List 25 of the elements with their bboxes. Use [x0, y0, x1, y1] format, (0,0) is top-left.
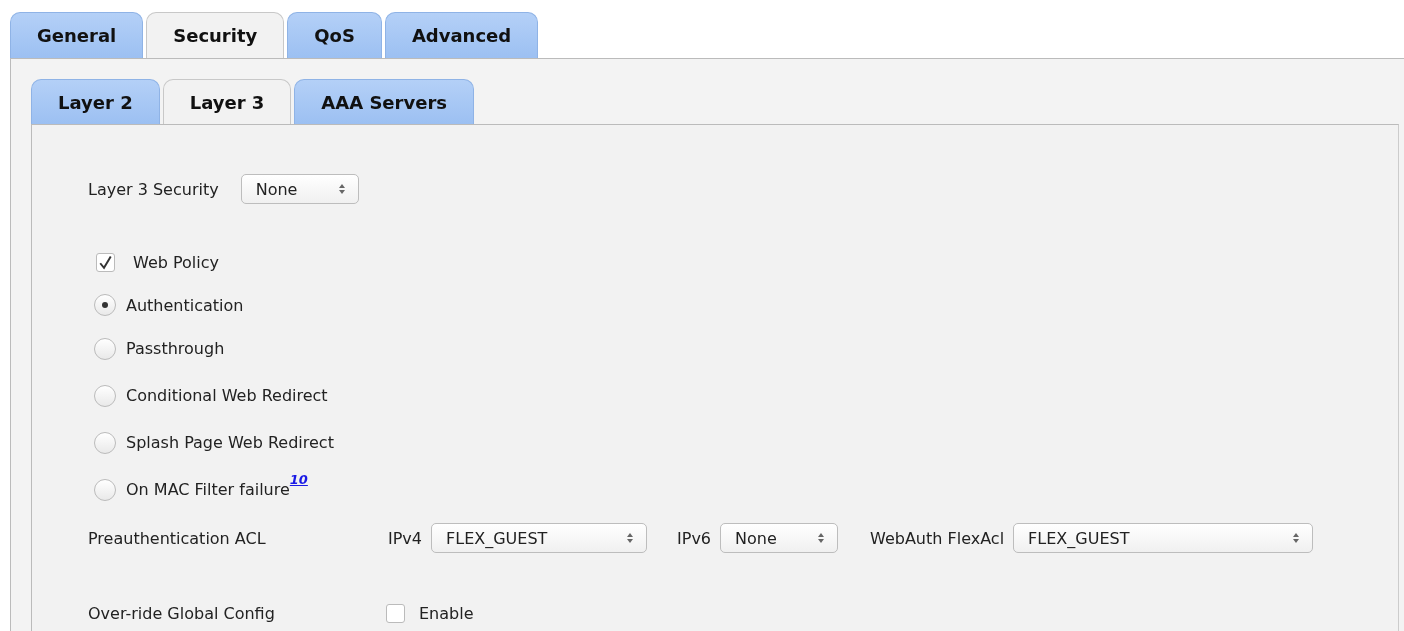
field-label: WebAuth FlexAcl	[870, 528, 1005, 548]
checkbox-label: Web Policy	[133, 252, 219, 272]
tab[interactable]: Layer 2	[31, 79, 160, 124]
radio-label: On MAC Filter failure	[126, 480, 290, 499]
tab[interactable]: General	[10, 12, 144, 58]
field-label: IPv4	[388, 528, 422, 548]
radio-label: Passthrough	[126, 339, 225, 358]
acl-select[interactable]: FLEX_GUEST	[431, 523, 647, 553]
checkbox-label: Enable	[419, 603, 474, 623]
tab[interactable]: Security	[146, 12, 285, 58]
field-label: Preauthentication ACL	[88, 528, 267, 548]
radio-label: Authentication	[126, 295, 244, 315]
radio-label: Splash Page Web Redirect	[126, 433, 334, 452]
acl-select[interactable]: FLEX_GUEST	[1013, 523, 1314, 553]
field-label: Over-ride Global Config	[88, 603, 276, 623]
layer3-security-select[interactable]: None	[240, 174, 359, 204]
footnote-link[interactable]: 10	[289, 472, 308, 487]
tab[interactable]: Layer 3	[162, 79, 292, 124]
radio-label: Conditional Web Redirect	[126, 386, 328, 405]
field-label: Layer 3 Security	[88, 179, 219, 199]
field-label: IPv6	[677, 528, 712, 548]
acl-select[interactable]: None	[720, 523, 839, 553]
tab[interactable]: AAA Servers	[294, 79, 474, 124]
tab[interactable]: QoS	[287, 12, 382, 58]
tab[interactable]: Advanced	[384, 12, 539, 58]
